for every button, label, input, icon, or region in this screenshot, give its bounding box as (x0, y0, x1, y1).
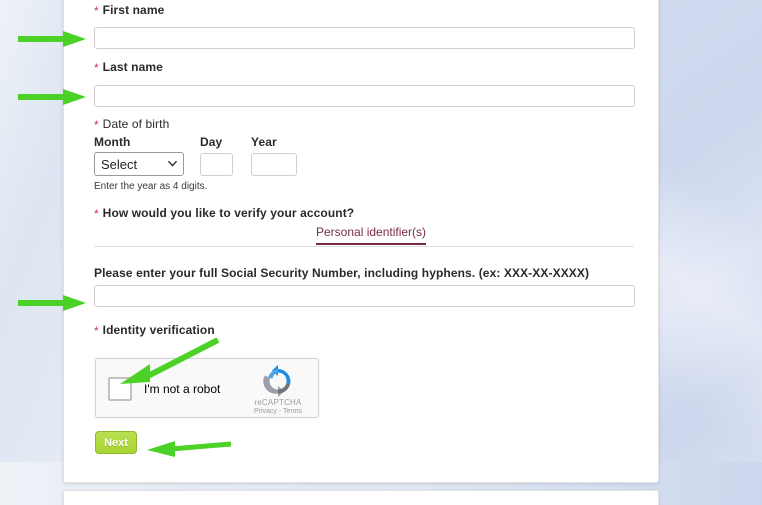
year-help-text: Enter the year as 4 digits. (94, 181, 208, 192)
last-name-label-row: * Last name (94, 60, 634, 74)
month-select-wrapper[interactable]: Select (94, 152, 184, 176)
day-label: Day (200, 135, 223, 149)
ssn-input[interactable] (94, 285, 635, 307)
page-background-left (0, 0, 70, 505)
verify-question-label-row: * How would you like to verify your acco… (94, 206, 634, 220)
recaptcha-branding: reCAPTCHA Privacy - Terms (246, 365, 310, 415)
year-input[interactable] (251, 153, 297, 176)
page-background-right (658, 0, 762, 505)
first-name-input[interactable] (94, 27, 635, 49)
recaptcha-legal-links[interactable]: Privacy - Terms (246, 408, 310, 415)
recaptcha-checkbox-label: I'm not a robot (144, 382, 221, 396)
required-asterisk-icon: * (94, 324, 99, 338)
last-name-input[interactable] (94, 85, 635, 107)
last-name-label: Last name (102, 60, 163, 74)
tab-personal-identifiers[interactable]: Personal identifier(s) (316, 225, 427, 245)
required-asterisk-icon: * (94, 61, 99, 75)
verify-question-group: * How would you like to verify your acco… (94, 206, 634, 220)
month-label: Month (94, 135, 131, 149)
first-name-label: First name (102, 3, 165, 17)
recaptcha-logo-icon (263, 365, 291, 397)
recaptcha-widget[interactable]: I'm not a robot reCAPTCHA Privacy - Term… (95, 358, 319, 418)
verify-question-label: How would you like to verify your accoun… (102, 206, 355, 220)
required-asterisk-icon: * (94, 4, 99, 18)
date-of-birth-label: Date of birth (102, 117, 170, 131)
identity-verification-label-row: * Identity verification (94, 323, 634, 337)
recaptcha-checkbox[interactable] (108, 377, 132, 401)
ssn-label: Please enter your full Social Security N… (94, 266, 590, 280)
month-select[interactable]: Select (94, 152, 184, 176)
required-asterisk-icon: * (94, 207, 99, 221)
next-button[interactable]: Next (95, 431, 137, 454)
date-of-birth-label-row: * Date of birth (94, 117, 634, 131)
day-input[interactable] (200, 153, 233, 176)
identity-verification-label: Identity verification (102, 323, 215, 337)
year-label: Year (251, 135, 277, 149)
identity-verification-group: * Identity verification (94, 323, 634, 337)
secondary-card (63, 490, 659, 505)
first-name-label-row: * First name (94, 3, 634, 17)
required-asterisk-icon: * (94, 118, 99, 132)
registration-form-card: * First name * Last name * Date of birth… (63, 0, 659, 483)
verification-method-tabs: Personal identifier(s) (94, 225, 634, 247)
last-name-field: * Last name (94, 60, 634, 74)
date-of-birth-group: * Date of birth (94, 117, 634, 131)
first-name-field: * First name (94, 3, 634, 17)
recaptcha-brand-name: reCAPTCHA (254, 398, 302, 407)
